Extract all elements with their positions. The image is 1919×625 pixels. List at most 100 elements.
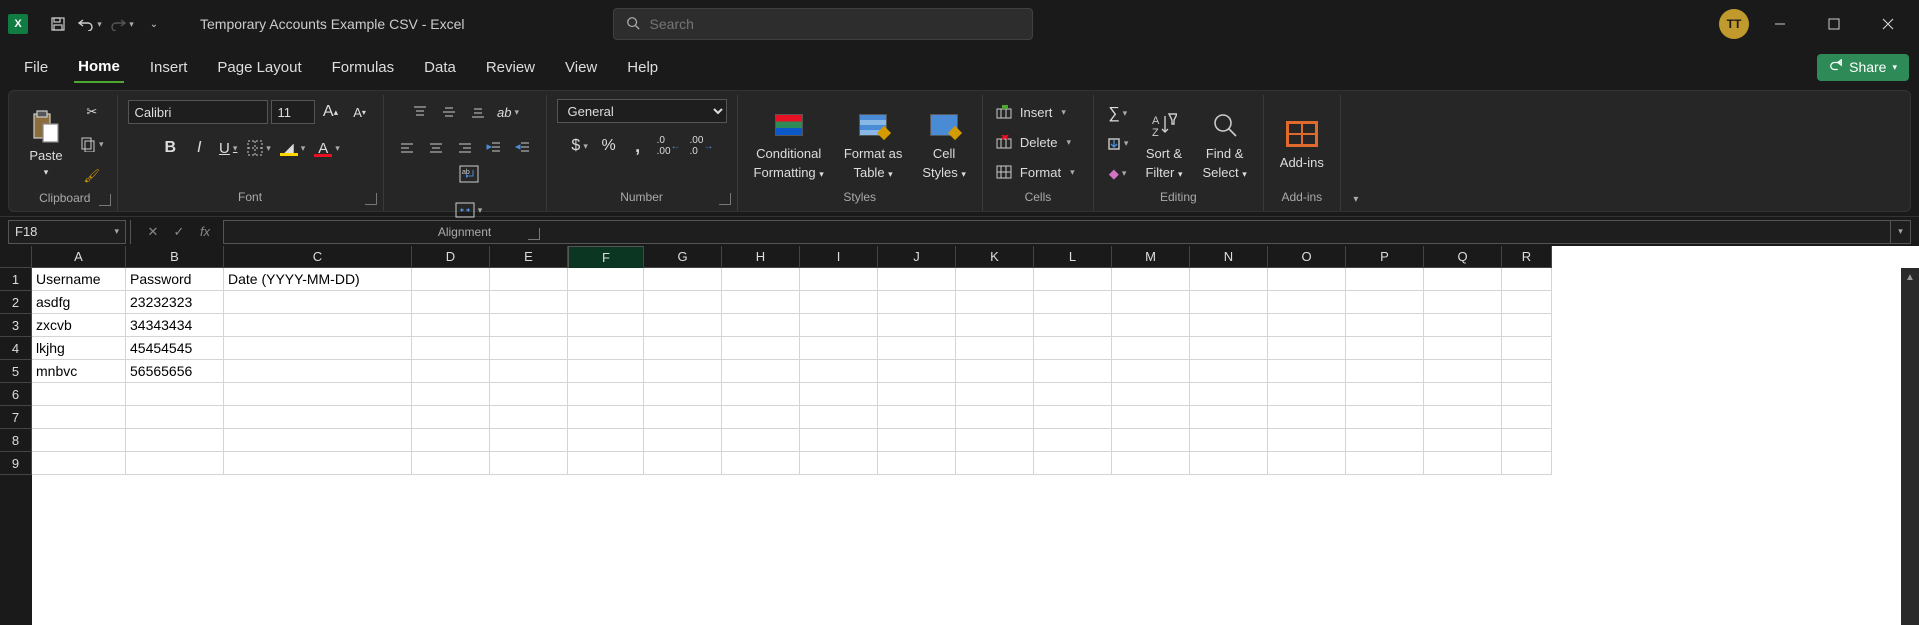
cell-A8[interactable] xyxy=(32,429,126,452)
cell-R7[interactable] xyxy=(1502,406,1552,429)
cell-O3[interactable] xyxy=(1268,314,1346,337)
cell-H2[interactable] xyxy=(722,291,800,314)
cell-M3[interactable] xyxy=(1112,314,1190,337)
cell-M1[interactable] xyxy=(1112,268,1190,291)
cell-N7[interactable] xyxy=(1190,406,1268,429)
cell-H6[interactable] xyxy=(722,383,800,406)
cell-I6[interactable] xyxy=(800,383,878,406)
qat-customize-button[interactable]: ⌄ xyxy=(140,10,168,38)
cell-D2[interactable] xyxy=(412,291,490,314)
cell-C2[interactable] xyxy=(224,291,412,314)
row-header-1[interactable]: 1 xyxy=(0,268,32,291)
addins-button[interactable]: Add-ins xyxy=(1274,113,1330,174)
cell-L1[interactable] xyxy=(1034,268,1112,291)
maximize-button[interactable] xyxy=(1811,8,1857,40)
undo-button[interactable] xyxy=(76,10,104,38)
column-header-R[interactable]: R xyxy=(1502,246,1552,268)
italic-button[interactable]: I xyxy=(186,135,212,161)
borders-button[interactable] xyxy=(244,135,274,161)
cell-B9[interactable] xyxy=(126,452,224,475)
cells-area[interactable]: UsernamePasswordDate (YYYY-MM-DD)asdfg23… xyxy=(32,268,1901,625)
expand-formula-bar-button[interactable]: ▾ xyxy=(1891,220,1911,244)
cell-F4[interactable] xyxy=(568,337,644,360)
cell-E6[interactable] xyxy=(490,383,568,406)
column-header-O[interactable]: O xyxy=(1268,246,1346,268)
column-header-M[interactable]: M xyxy=(1112,246,1190,268)
increase-indent-button[interactable] xyxy=(510,135,536,161)
column-header-F[interactable]: F xyxy=(568,246,644,270)
cell-Q8[interactable] xyxy=(1424,429,1502,452)
column-header-J[interactable]: J xyxy=(878,246,956,268)
cell-A3[interactable]: zxcvb xyxy=(32,314,126,337)
cell-A2[interactable]: asdfg xyxy=(32,291,126,314)
cell-R3[interactable] xyxy=(1502,314,1552,337)
column-header-B[interactable]: B xyxy=(126,246,224,268)
cell-E2[interactable] xyxy=(490,291,568,314)
cell-O6[interactable] xyxy=(1268,383,1346,406)
cell-E3[interactable] xyxy=(490,314,568,337)
cell-C1[interactable]: Date (YYYY-MM-DD) xyxy=(224,268,412,291)
cell-J4[interactable] xyxy=(878,337,956,360)
cell-J6[interactable] xyxy=(878,383,956,406)
cell-G1[interactable] xyxy=(644,268,722,291)
cell-O5[interactable] xyxy=(1268,360,1346,383)
cell-O7[interactable] xyxy=(1268,406,1346,429)
clear-button[interactable]: ◆ xyxy=(1104,161,1132,187)
number-format-select[interactable]: General xyxy=(557,99,727,123)
cell-J8[interactable] xyxy=(878,429,956,452)
column-header-N[interactable]: N xyxy=(1190,246,1268,268)
cell-I8[interactable] xyxy=(800,429,878,452)
cell-A4[interactable]: lkjhg xyxy=(32,337,126,360)
cell-G2[interactable] xyxy=(644,291,722,314)
cell-R9[interactable] xyxy=(1502,452,1552,475)
cell-R8[interactable] xyxy=(1502,429,1552,452)
cell-Q4[interactable] xyxy=(1424,337,1502,360)
cell-L6[interactable] xyxy=(1034,383,1112,406)
cell-A9[interactable] xyxy=(32,452,126,475)
cell-J3[interactable] xyxy=(878,314,956,337)
insert-function-button[interactable]: fx xyxy=(195,224,215,239)
column-header-L[interactable]: L xyxy=(1034,246,1112,268)
cell-A5[interactable]: mnbvc xyxy=(32,360,126,383)
cell-C8[interactable] xyxy=(224,429,412,452)
bold-button[interactable]: B xyxy=(157,135,183,161)
align-right-button[interactable] xyxy=(452,135,478,161)
sort-filter-button[interactable]: AZ Sort & Filter ▾ xyxy=(1139,104,1188,184)
cell-I2[interactable] xyxy=(800,291,878,314)
cell-Q3[interactable] xyxy=(1424,314,1502,337)
accounting-format-button[interactable]: $ xyxy=(567,133,593,159)
cell-E8[interactable] xyxy=(490,429,568,452)
autosum-button[interactable]: ∑ xyxy=(1104,101,1132,127)
cell-B3[interactable]: 34343434 xyxy=(126,314,224,337)
cell-K6[interactable] xyxy=(956,383,1034,406)
cell-G3[interactable] xyxy=(644,314,722,337)
column-header-I[interactable]: I xyxy=(800,246,878,268)
align-left-button[interactable] xyxy=(394,135,420,161)
cell-O8[interactable] xyxy=(1268,429,1346,452)
cell-M2[interactable] xyxy=(1112,291,1190,314)
search-box[interactable] xyxy=(613,8,1033,40)
cell-J9[interactable] xyxy=(878,452,956,475)
cell-K4[interactable] xyxy=(956,337,1034,360)
copy-button[interactable] xyxy=(77,131,107,157)
cell-R1[interactable] xyxy=(1502,268,1552,291)
cell-A7[interactable] xyxy=(32,406,126,429)
tab-review[interactable]: Review xyxy=(482,53,539,82)
cell-M9[interactable] xyxy=(1112,452,1190,475)
dialog-launcher-icon[interactable] xyxy=(719,193,731,205)
tab-help[interactable]: Help xyxy=(623,53,662,82)
cell-M6[interactable] xyxy=(1112,383,1190,406)
cell-N4[interactable] xyxy=(1190,337,1268,360)
tab-formulas[interactable]: Formulas xyxy=(328,53,399,82)
cell-J5[interactable] xyxy=(878,360,956,383)
cut-button[interactable]: ✂ xyxy=(77,99,107,125)
format-cells-button[interactable]: Format xyxy=(993,159,1083,185)
dialog-launcher-icon[interactable] xyxy=(365,193,377,205)
cell-B2[interactable]: 23232323 xyxy=(126,291,224,314)
cell-P3[interactable] xyxy=(1346,314,1424,337)
row-header-4[interactable]: 4 xyxy=(0,337,32,360)
cell-H9[interactable] xyxy=(722,452,800,475)
cell-D7[interactable] xyxy=(412,406,490,429)
cell-F8[interactable] xyxy=(568,429,644,452)
column-header-Q[interactable]: Q xyxy=(1424,246,1502,268)
